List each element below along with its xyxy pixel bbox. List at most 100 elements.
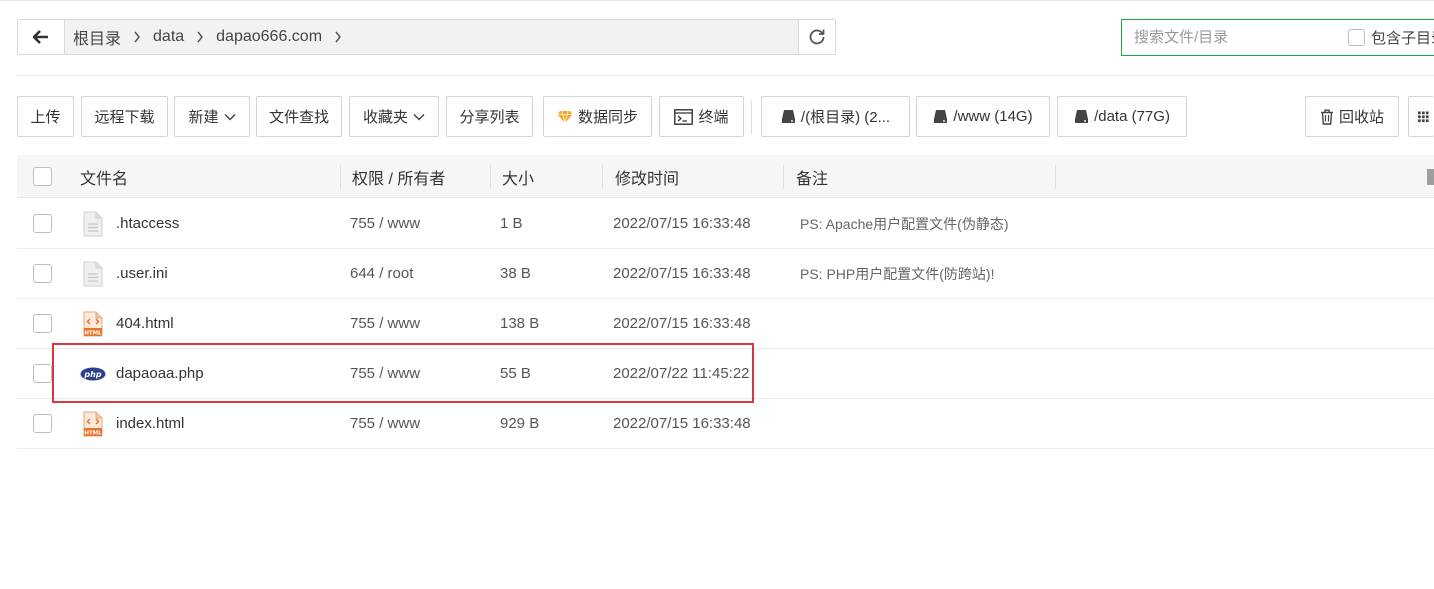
disk-data-button[interactable]: /data (77G) <box>1057 96 1187 137</box>
file-permission[interactable]: 755 / www <box>350 199 420 248</box>
back-button[interactable] <box>18 20 65 54</box>
column-separator <box>783 165 784 189</box>
select-all-checkbox[interactable] <box>33 167 52 186</box>
file-search-label: 文件查找 <box>268 109 329 126</box>
file-remark[interactable]: PS: Apache用户配置文件(伪静态) <box>800 199 1009 248</box>
terminal-label: 终端 <box>698 109 729 126</box>
hard-drive-icon <box>781 110 795 123</box>
chevron-right-icon <box>133 31 141 43</box>
file-search-button[interactable]: 文件查找 <box>256 96 342 137</box>
disk-www-button[interactable]: /www (14G) <box>916 96 1050 137</box>
column-separator <box>490 165 491 189</box>
file-size: 38 B <box>500 265 531 282</box>
table-header: 文件名 权限 / 所有者 大小 修改时间 备注 <box>17 155 1434 198</box>
breadcrumb: 根目录 data dapao666.com <box>65 20 798 54</box>
breadcrumb-item-data[interactable]: data <box>153 28 184 46</box>
file-size: 1 B <box>500 215 523 232</box>
file-modified-time: 2022/07/22 11:45:22 <box>613 365 750 382</box>
breadcrumb-item-site[interactable]: dapao666.com <box>216 28 322 46</box>
file-size: 138 B <box>500 315 540 332</box>
top-border <box>0 0 1434 1</box>
disk-data-label: /data (77G) <box>1094 108 1170 125</box>
file-permission[interactable]: 755 / www <box>350 399 420 448</box>
favorites-dropdown-button[interactable]: 收藏夹 <box>349 96 439 137</box>
grid-icon <box>1418 111 1429 122</box>
terminal-button[interactable]: 终端 <box>659 96 744 137</box>
remote-download-button[interactable]: 远程下载 <box>81 96 168 137</box>
terminal-icon <box>674 108 694 125</box>
divider <box>17 75 1434 76</box>
toolbar-divider <box>751 100 752 134</box>
arrow-left-icon <box>33 30 48 44</box>
disk-www-label: /www (14G) <box>953 108 1033 125</box>
chevron-down-icon <box>413 113 425 121</box>
column-separator <box>340 165 341 189</box>
svg-text:HTML: HTML <box>84 330 102 336</box>
file-name[interactable]: .htaccess <box>116 199 179 248</box>
breadcrumb-item-root[interactable]: 根目录 <box>73 25 121 49</box>
include-subdir-checkbox[interactable] <box>1348 29 1365 46</box>
new-dropdown-button[interactable]: 新建 <box>174 96 250 137</box>
file-name[interactable]: dapaoaa.php <box>116 349 204 398</box>
row-checkbox[interactable] <box>33 214 52 233</box>
row-checkbox[interactable] <box>33 314 52 333</box>
hard-drive-icon <box>1075 110 1089 123</box>
path-bar: 根目录 data dapao666.com <box>17 19 836 55</box>
share-list-label: 分享列表 <box>459 109 520 126</box>
diamond-icon <box>557 110 573 123</box>
upload-label: 上传 <box>30 109 61 126</box>
disk-root-label: /(根目录) (2... <box>800 109 891 126</box>
disk-root-button[interactable]: /(根目录) (2... <box>761 96 910 137</box>
header-permission[interactable]: 权限 / 所有者 <box>352 155 445 198</box>
grid-view-button[interactable] <box>1408 96 1434 137</box>
table-row[interactable]: php dapaoaa.php 755 / www 55 B 2022/07/2… <box>17 349 1434 399</box>
refresh-button[interactable] <box>798 20 835 54</box>
table-row[interactable]: HTML 404.html 755 / www 138 B 2022/07/15… <box>17 299 1434 349</box>
refresh-icon <box>809 29 825 45</box>
header-filename[interactable]: 文件名 <box>80 155 128 198</box>
search-box: 包含子目录 <box>1121 19 1434 56</box>
html-file-icon: HTML <box>83 399 103 448</box>
include-subdir-label: 包含子目录 <box>1371 30 1434 47</box>
table-row[interactable]: .user.ini 644 / root 38 B 2022/07/15 16:… <box>17 249 1434 299</box>
html-file-icon: HTML <box>83 299 103 348</box>
file-size: 929 B <box>500 415 540 432</box>
data-sync-button[interactable]: 数据同步 <box>543 96 652 137</box>
file-permission[interactable]: 644 / root <box>350 249 413 298</box>
hard-drive-icon <box>934 110 948 123</box>
include-subdir-option[interactable]: 包含子目录 <box>1348 27 1434 48</box>
svg-text:HTML: HTML <box>84 430 102 436</box>
file-name[interactable]: .user.ini <box>116 249 168 298</box>
table-row[interactable]: HTML index.html 755 / www 929 B 2022/07/… <box>17 399 1434 449</box>
file-name[interactable]: 404.html <box>116 299 174 348</box>
column-separator <box>1055 165 1056 189</box>
header-actions-partial <box>1427 155 1434 198</box>
file-modified-time: 2022/07/15 16:33:48 <box>613 415 751 432</box>
header-modified-time[interactable]: 修改时间 <box>615 155 679 198</box>
upload-button[interactable]: 上传 <box>17 96 74 137</box>
chevron-down-icon <box>223 113 236 121</box>
select-all-cell <box>33 155 52 198</box>
php-file-icon: php <box>80 349 106 398</box>
file-modified-time: 2022/07/15 16:33:48 <box>613 215 751 232</box>
header-size[interactable]: 大小 <box>502 155 534 198</box>
row-checkbox[interactable] <box>33 264 52 283</box>
search-input[interactable] <box>1132 28 1336 47</box>
file-size: 55 B <box>500 365 531 382</box>
remote-download-label: 远程下载 <box>94 109 155 126</box>
row-checkbox[interactable] <box>33 414 52 433</box>
file-name[interactable]: index.html <box>116 399 184 448</box>
recycle-bin-button[interactable]: 回收站 <box>1305 96 1399 137</box>
row-checkbox[interactable] <box>33 364 52 383</box>
share-list-button[interactable]: 分享列表 <box>446 96 533 137</box>
file-permission[interactable]: 755 / www <box>350 349 420 398</box>
table-row[interactable]: .htaccess 755 / www 1 B 2022/07/15 16:33… <box>17 199 1434 249</box>
generic-file-icon <box>83 199 103 248</box>
generic-file-icon <box>83 249 103 298</box>
file-permission[interactable]: 755 / www <box>350 299 420 348</box>
file-remark[interactable]: PS: PHP用户配置文件(防跨站)! <box>800 249 994 298</box>
data-sync-label: 数据同步 <box>577 109 638 126</box>
favorites-label: 收藏夹 <box>362 109 408 126</box>
new-label: 新建 <box>188 109 219 126</box>
chevron-right-icon[interactable] <box>334 31 342 43</box>
